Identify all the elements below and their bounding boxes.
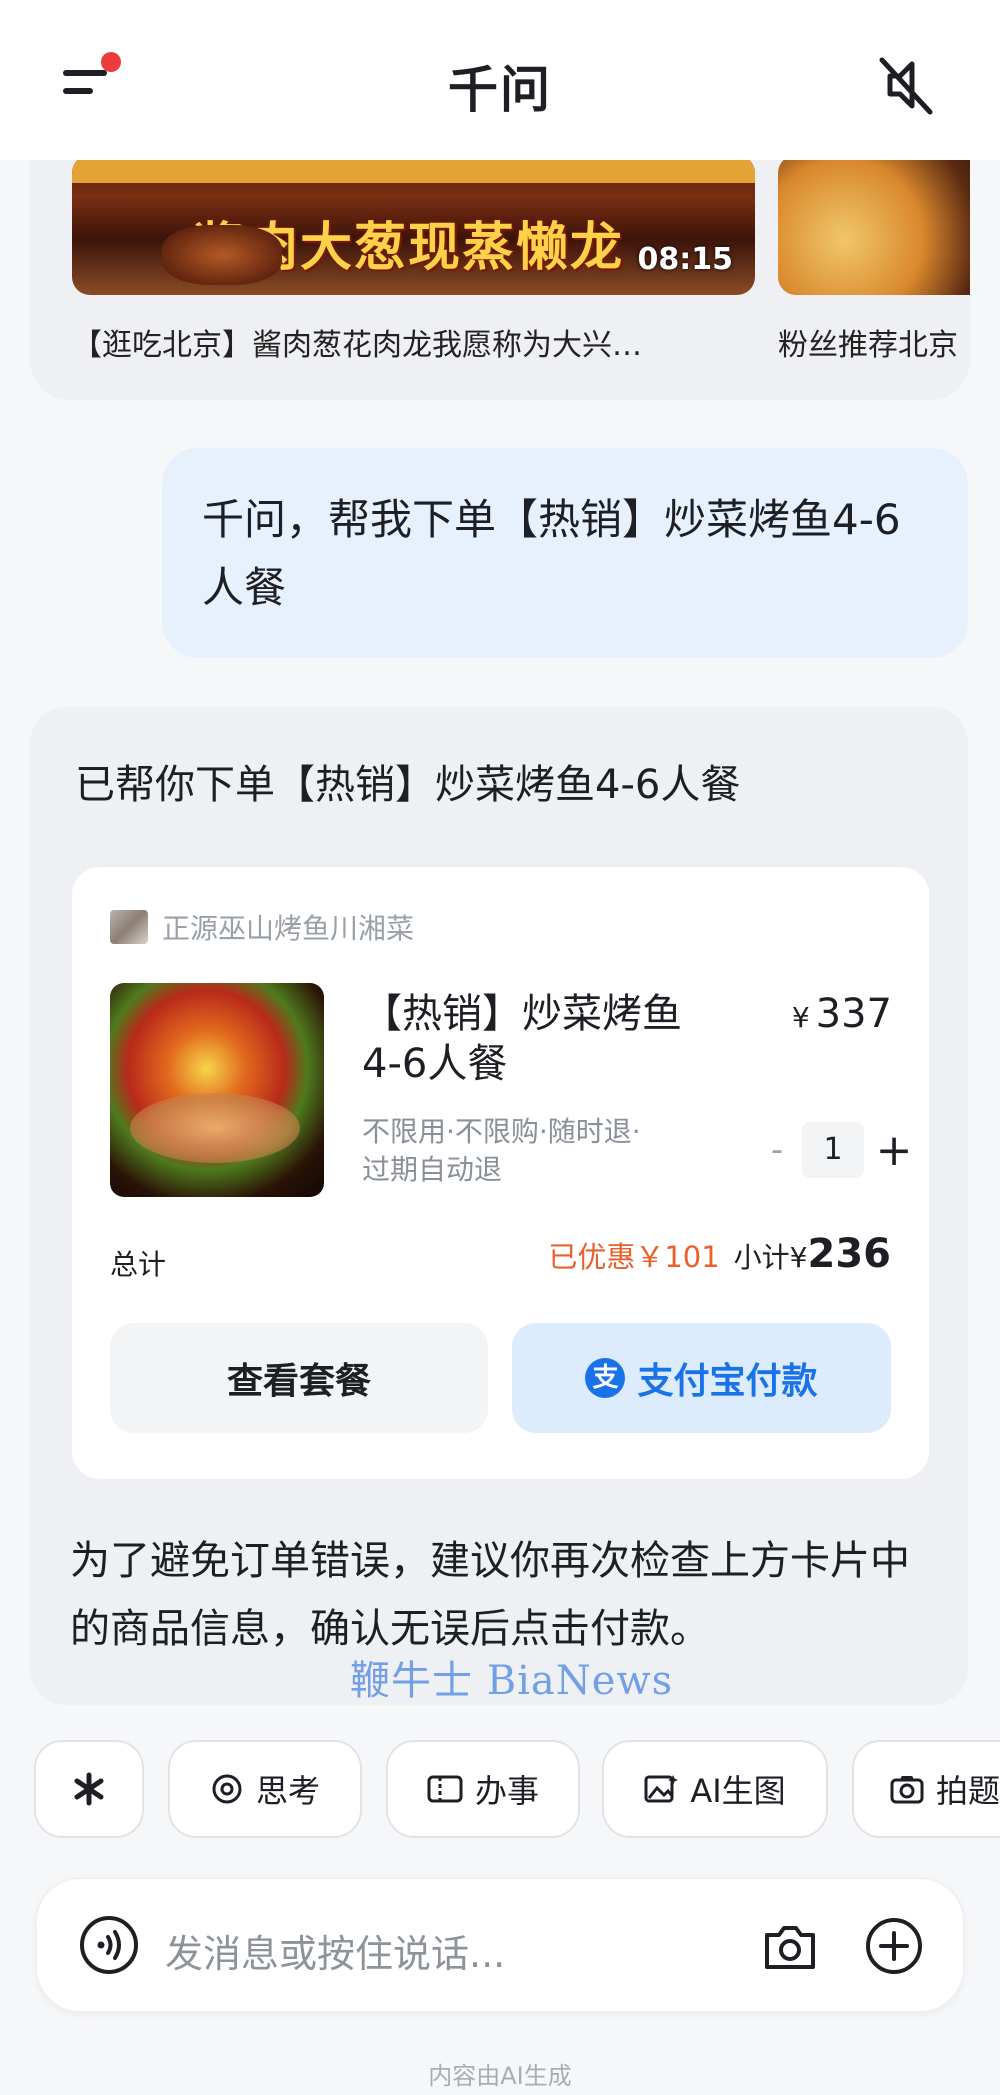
chip-photo-question[interactable]: 拍题 (852, 1740, 1000, 1838)
chip-ai-image[interactable]: AI生图 (602, 1740, 828, 1838)
chip-spark[interactable] (34, 1740, 144, 1838)
video-caption-side[interactable]: 粉丝推荐北京 (778, 320, 970, 364)
thumbnail-headline: 酱肉大葱现蒸懒龙 (192, 218, 625, 278)
quantity-increment-button[interactable]: + (864, 1125, 924, 1176)
alipay-pay-button[interactable]: 支 支付宝付款 (512, 1323, 891, 1433)
discount-text: 已优惠￥101 (548, 1240, 720, 1274)
quantity-decrement-button[interactable]: - (752, 1130, 802, 1170)
add-button[interactable] (863, 1915, 925, 1977)
camera-icon (765, 1926, 815, 1969)
camera-button[interactable] (759, 1915, 821, 1977)
store-name: 正源巫山烤鱼川湘菜 (162, 912, 415, 945)
video-caption-main[interactable]: 【逛吃北京】酱肉葱花肉龙我愿称为大兴… (72, 320, 752, 364)
chip-photo-question-label: 拍题 (936, 1772, 1000, 1810)
dish-photo[interactable] (110, 983, 324, 1197)
quantity-value[interactable]: 1 (802, 1122, 864, 1178)
watermark: 鞭牛士 BiaNews (350, 1658, 674, 1704)
app-title: 千问 (448, 61, 552, 119)
chip-tasks[interactable]: 办事 (386, 1740, 580, 1838)
price-currency: ¥ (791, 1001, 810, 1034)
store-logo (110, 910, 148, 944)
chip-tasks-label: 办事 (474, 1772, 539, 1810)
video-duration: 08:15 (637, 242, 734, 277)
chip-think-label: 思考 (255, 1772, 320, 1810)
store-row[interactable]: 正源巫山烤鱼川湘菜 (110, 907, 414, 947)
alipay-icon: 支 (585, 1358, 626, 1398)
image-gen-icon (644, 1773, 679, 1805)
view-package-button[interactable]: 查看套餐 (110, 1323, 488, 1433)
user-message-bubble: 千问，帮我下单【热销】炒菜烤鱼4-6人餐 (162, 448, 968, 658)
message-input-bar: 发消息或按住说话... (36, 1878, 964, 2012)
dish-name: 【热销】炒菜烤鱼4-6人餐 (362, 991, 682, 1087)
video-thumbnail-side[interactable] (778, 155, 970, 295)
order-card: 正源巫山烤鱼川湘菜 【热销】炒菜烤鱼4-6人餐 ¥337 不限用·不限购·随时退… (72, 867, 929, 1479)
chip-ai-image-label: AI生图 (690, 1772, 786, 1810)
quick-action-chips: 思考 办事 AI生图 拍题 (34, 1740, 1000, 1838)
total-label: 总计 (110, 1248, 167, 1281)
mute-button[interactable] (870, 50, 940, 120)
subtotal-value: 236 (807, 1231, 892, 1277)
dish-price: ¥337 (692, 991, 892, 1037)
spark-icon (74, 1772, 104, 1806)
view-package-label: 查看套餐 (226, 1361, 371, 1402)
think-icon (210, 1772, 244, 1806)
voice-icon (80, 1916, 138, 1974)
assistant-note: 为了避免订单错误，建议你再次检查上方卡片中的商品信息，确认无误后点击付款。 (70, 1538, 910, 1652)
message-input[interactable]: 发消息或按住说话... (165, 1923, 505, 1978)
ai-generated-notice: 内容由AI生成 (428, 2062, 572, 2090)
subtotal-label: 小计¥ (733, 1241, 808, 1274)
ticket-icon (427, 1774, 463, 1804)
total-summary: 已优惠￥101 小计¥ 236 (548, 1231, 891, 1277)
voice-button[interactable] (77, 1913, 141, 1977)
chip-think[interactable]: 思考 (168, 1740, 362, 1838)
assistant-heading: 已帮你下单【热销】炒菜烤鱼4-6人餐 (75, 762, 741, 808)
speaker-muted-icon (879, 57, 933, 115)
price-value: 337 (815, 991, 892, 1037)
plus-circle-icon (866, 1918, 922, 1974)
alipay-pay-label: 支付宝付款 (637, 1361, 818, 1402)
assistant-message: 已帮你下单【热销】炒菜烤鱼4-6人餐 正源巫山烤鱼川湘菜 【热销】炒菜烤鱼4-6… (30, 707, 968, 1705)
video-thumbnail-main[interactable]: 酱肉大葱现蒸懒龙 08:15 (72, 155, 755, 295)
quantity-stepper: - 1 + (752, 1122, 924, 1178)
dish-terms: 不限用·不限购·随时退·过期自动退 (362, 1115, 641, 1186)
photo-question-icon (890, 1773, 924, 1805)
top-bar: 千问 (0, 0, 1000, 160)
